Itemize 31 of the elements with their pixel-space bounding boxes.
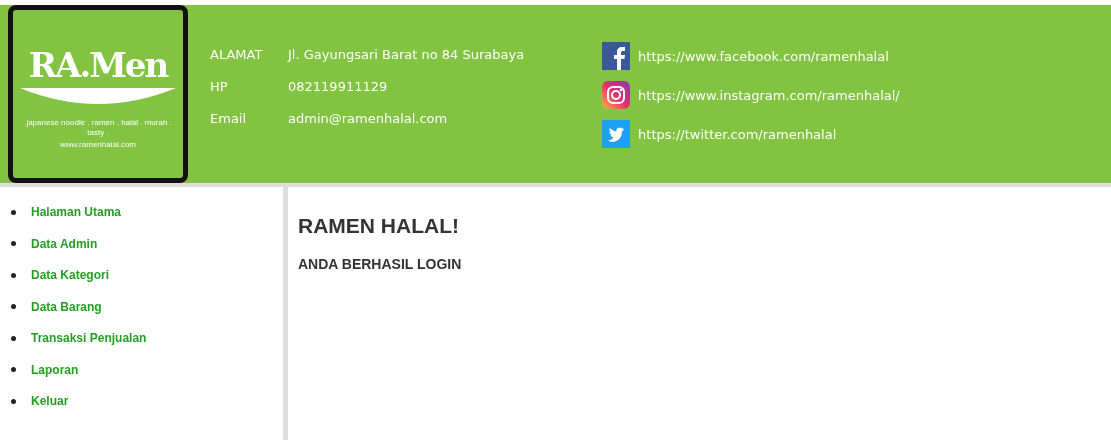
bird-icon[interactable] — [602, 120, 631, 148]
bullet-icon — [11, 304, 16, 309]
sidebar-link[interactable]: Data Kategori — [31, 268, 110, 282]
bullet-icon — [11, 209, 16, 215]
bullet-icon — [11, 367, 16, 372]
social-link[interactable]: https://www.instagram.com/ramenhalal/ — [638, 87, 900, 103]
contact-label: Email — [210, 110, 248, 128]
logo-tagline: .japanese noodle . ramen . halal . murah . tasty . — [23, 118, 173, 138]
logo-website: www.ramenhalal.com — [60, 140, 136, 150]
contact-label: ALAMAT — [210, 46, 264, 64]
bullet-icon — [11, 398, 16, 404]
bullet-icon — [11, 335, 16, 341]
contact-value: admin@ramenhalal.com — [288, 110, 448, 128]
social-link[interactable]: https://twitter.com/ramenhalal — [638, 126, 837, 142]
sidebar-link[interactable]: Transaksi Penjualan — [31, 331, 147, 345]
social-link[interactable]: https://www.facebook.com/ramenhalal — [638, 48, 889, 64]
page-title: RAMEN HALAL! — [298, 214, 460, 238]
bullet-icon — [11, 272, 16, 278]
sidebar-link[interactable]: Halaman Utama — [31, 205, 122, 219]
sidebar-link[interactable]: Keluar — [31, 394, 69, 408]
bullet-icon — [11, 241, 16, 246]
contact-label: HP — [210, 78, 229, 96]
camera-icon[interactable] — [602, 81, 631, 109]
logo-title: RA.Men — [28, 48, 168, 82]
facebook-icon[interactable] — [602, 42, 631, 70]
sidebar-link[interactable]: Laporan — [31, 362, 79, 377]
sidebar-link[interactable]: Data Admin — [31, 236, 98, 251]
contact-value: Jl. Gayungsari Barat no 84 Surabaya — [288, 46, 525, 64]
sidebar-link[interactable]: Data Barang — [31, 299, 102, 314]
contact-value: 082119911129 — [288, 78, 388, 96]
login-message: ANDA BERHASIL LOGIN — [298, 256, 462, 272]
